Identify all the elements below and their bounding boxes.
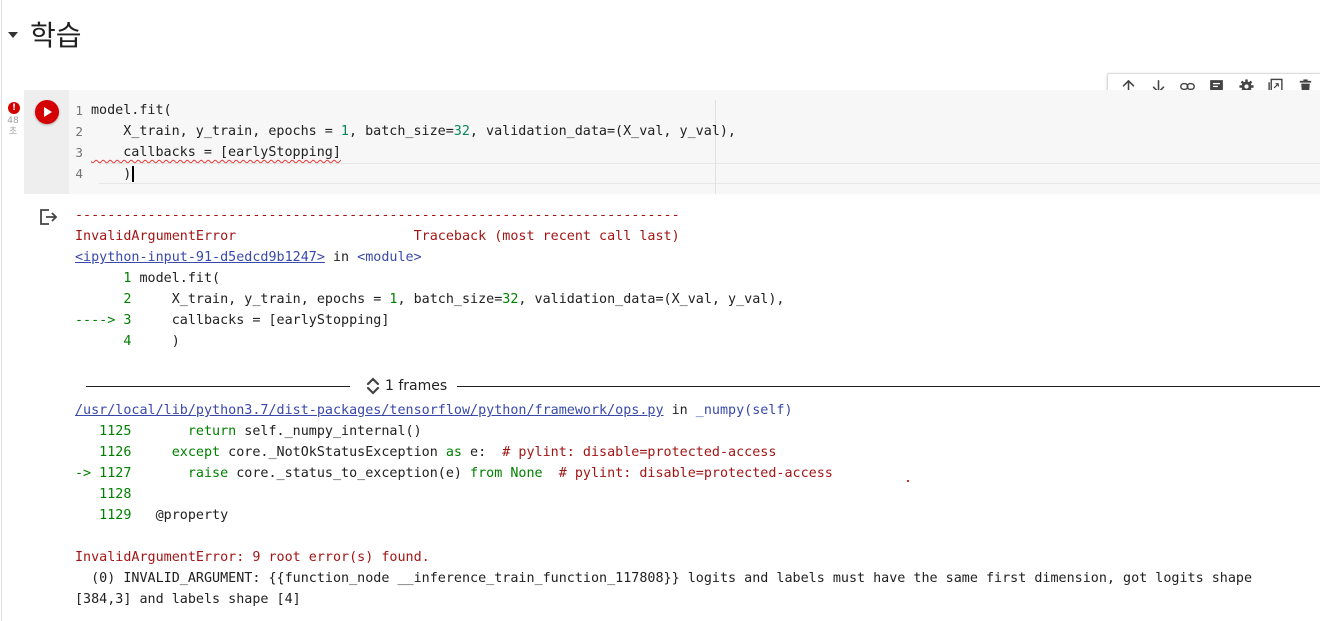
collapse-caret-icon[interactable] bbox=[8, 32, 18, 38]
output-toggle-icon[interactable] bbox=[38, 207, 58, 227]
section-header[interactable]: 학습 bbox=[8, 14, 82, 54]
error-detail: (0) INVALID_ARGUMENT: {{function_node __… bbox=[75, 571, 1261, 607]
traceback-header: InvalidArgumentError Traceback (most rec… bbox=[75, 226, 1320, 247]
traceback-line: 2 X_train, y_train, epochs = 1, batch_si… bbox=[75, 292, 785, 307]
error-summary-line: InvalidArgumentError: 9 root error(s) fo… bbox=[75, 550, 430, 565]
module-text: <module> bbox=[357, 250, 422, 265]
play-icon bbox=[44, 107, 52, 117]
traceback-line: 4 ) bbox=[75, 334, 180, 349]
code-line: 3 callbacks = [earlyStopping] bbox=[69, 142, 736, 163]
frames-divider-right bbox=[457, 385, 1320, 387]
error-name: InvalidArgumentError bbox=[75, 229, 237, 244]
traceback-line: 1 model.fit( bbox=[75, 271, 221, 286]
line-number: 2 bbox=[75, 124, 83, 139]
unfold-icon bbox=[366, 377, 380, 395]
code-editor[interactable]: 1 model.fit( 2 X_train, y_train, epochs = … bbox=[69, 90, 1320, 194]
line-number: 1 bbox=[75, 103, 83, 118]
error-output-frames: /usr/local/lib/python3.7/dist-packages/t… bbox=[75, 400, 1320, 526]
stray-mark bbox=[907, 480, 909, 482]
code-lines: 1 model.fit( 2 X_train, y_train, epochs = … bbox=[69, 100, 736, 184]
traceback-line: 1128 bbox=[75, 487, 132, 502]
traceback-line: 1125 return self._numpy_internal() bbox=[75, 424, 422, 439]
traceback-line: 1129 @property bbox=[75, 508, 229, 523]
error-summary: InvalidArgumentError: 9 root error(s) fo… bbox=[75, 547, 1305, 607]
section-title: 학습 bbox=[30, 19, 82, 52]
in-text: in bbox=[324, 250, 358, 265]
ops-file-link[interactable]: /usr/local/lib/python3.7/dist-packages/t… bbox=[75, 403, 664, 418]
code-line: 4 ) bbox=[69, 163, 736, 184]
error-output: ----------------------------------------… bbox=[75, 205, 1320, 352]
notebook-left-border bbox=[1, 0, 2, 621]
execution-time: 48 초 bbox=[7, 116, 19, 137]
code-text: model.fit( bbox=[91, 103, 172, 118]
frames-label: 1 frames bbox=[385, 378, 448, 394]
in-text: in bbox=[663, 403, 696, 418]
frames-row: 1 frames bbox=[86, 375, 1320, 397]
ipython-input-link[interactable]: <ipython-input-91-d5edcd9b1247> bbox=[75, 250, 325, 265]
code-text: X_train, y_train, epochs = 1, batch_size… bbox=[91, 124, 736, 139]
traceback-dashes: ----------------------------------------… bbox=[75, 208, 680, 223]
code-text: callbacks = [earlyStopping] bbox=[91, 145, 341, 160]
expand-frames-button[interactable]: 1 frames bbox=[350, 376, 457, 396]
traceback-context-2: 1125 return self._numpy_internal() 1126 … bbox=[75, 421, 1320, 526]
run-cell-button[interactable] bbox=[35, 100, 59, 124]
error-badge-icon: ! bbox=[8, 102, 20, 114]
traceback-line: ----> 3 callbacks = [earlyStopping] bbox=[75, 313, 390, 328]
line-number: 4 bbox=[75, 166, 83, 181]
traceback-label: Traceback (most recent call last) bbox=[236, 229, 680, 244]
traceback-location: <ipython-input-91-d5edcd9b1247> in <modu… bbox=[75, 247, 1320, 268]
traceback-context-1: 1 model.fit( 2 X_train, y_train, epochs … bbox=[75, 268, 1320, 352]
func-text: _numpy(self) bbox=[695, 403, 793, 418]
code-line: 2 X_train, y_train, epochs = 1, batch_si… bbox=[69, 121, 736, 142]
traceback-line: 1126 except core._NotOkStatusException a… bbox=[75, 445, 777, 460]
traceback-line: -> 1127 raise core._status_to_exception(… bbox=[75, 466, 833, 481]
code-line: 1 model.fit( bbox=[69, 100, 736, 121]
frames-divider-left bbox=[86, 385, 350, 387]
code-text: ) bbox=[91, 165, 134, 182]
text-cursor bbox=[132, 165, 134, 182]
frame-location: /usr/local/lib/python3.7/dist-packages/t… bbox=[75, 400, 1320, 421]
line-number: 3 bbox=[75, 145, 83, 160]
